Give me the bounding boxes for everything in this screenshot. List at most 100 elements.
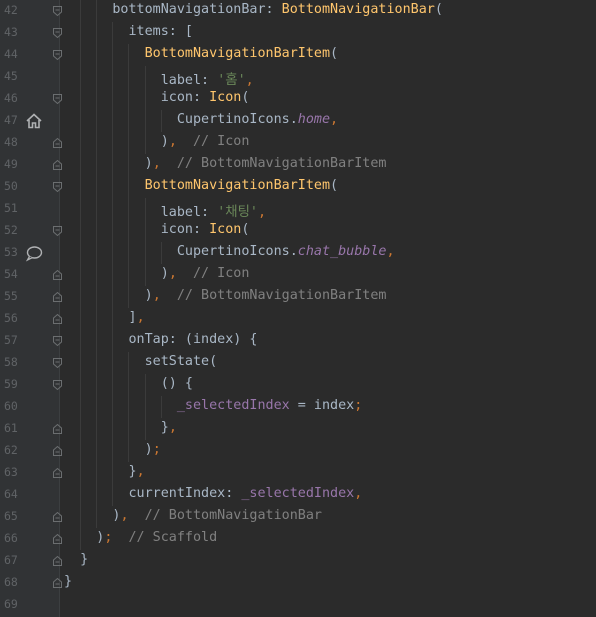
code-line[interactable]: 64 currentIndex: _selectedIndex, (0, 484, 596, 506)
code-line[interactable]: 56 ], (0, 308, 596, 330)
code-line[interactable]: 44 BottomNavigationBarItem( (0, 44, 596, 66)
code-line[interactable]: 67 } (0, 550, 596, 572)
line-number[interactable]: 52 (4, 223, 24, 237)
fold-close-icon[interactable] (53, 291, 62, 302)
code-line[interactable]: 69 (0, 594, 596, 616)
line-number[interactable]: 51 (4, 201, 24, 215)
code-editor[interactable]: 42 bottomNavigationBar: BottomNavigation… (0, 0, 596, 617)
line-number[interactable]: 43 (4, 25, 24, 39)
line-number[interactable]: 53 (4, 245, 24, 259)
line-number[interactable]: 42 (4, 3, 24, 17)
line-number[interactable]: 58 (4, 355, 24, 369)
code-line[interactable]: 58 setState( (0, 352, 596, 374)
line-number[interactable]: 48 (4, 135, 24, 149)
code-text: currentIndex: _selectedIndex, (64, 486, 362, 501)
code-line[interactable]: 61 }, (0, 418, 596, 440)
fold-close-icon[interactable] (53, 467, 62, 478)
code-line[interactable]: 45 label: '홈', (0, 66, 596, 88)
code-token: icon: (64, 222, 210, 237)
line-number[interactable]: 49 (4, 157, 24, 171)
code-line[interactable]: 48 ), // Icon (0, 132, 596, 154)
code-line[interactable]: 62 ); (0, 440, 596, 462)
code-token: setState( (64, 354, 218, 369)
code-token: ) (64, 530, 105, 545)
code-line[interactable]: 50 BottomNavigationBarItem( (0, 176, 596, 198)
fold-close-icon[interactable] (53, 533, 62, 544)
code-line[interactable]: 59 () { (0, 374, 596, 396)
fold-close-icon[interactable] (53, 577, 62, 588)
code-line[interactable]: 63 }, (0, 462, 596, 484)
code-line[interactable]: 66 ); // Scaffold (0, 528, 596, 550)
line-number[interactable]: 45 (4, 69, 24, 83)
line-number[interactable]: 57 (4, 333, 24, 347)
code-text: ); (64, 442, 161, 457)
line-number[interactable]: 56 (4, 311, 24, 325)
fold-open-icon[interactable] (53, 225, 62, 237)
code-text: CupertinoIcons.home, (64, 112, 338, 127)
code-text: icon: Icon( (64, 222, 250, 237)
fold-close-icon[interactable] (53, 511, 62, 522)
code-line[interactable]: 60 _selectedIndex = index; (0, 396, 596, 418)
fold-open-icon[interactable] (53, 27, 62, 39)
code-token: icon: (64, 90, 210, 105)
code-token: ) (64, 442, 153, 457)
fold-open-icon[interactable] (53, 379, 62, 391)
fold-close-icon[interactable] (53, 423, 62, 434)
line-number[interactable]: 65 (4, 509, 24, 523)
line-number[interactable]: 59 (4, 377, 24, 391)
code-token: , (136, 310, 145, 325)
line-number[interactable]: 54 (4, 267, 24, 281)
line-number[interactable]: 64 (4, 487, 24, 501)
line-number[interactable]: 62 (4, 443, 24, 457)
code-line[interactable]: 65 ), // BottomNavigationBar (0, 506, 596, 528)
fold-open-icon[interactable] (53, 49, 62, 61)
code-token: , (330, 112, 339, 127)
line-number[interactable]: 55 (4, 289, 24, 303)
fold-close-icon[interactable] (53, 313, 62, 324)
line-number[interactable]: 46 (4, 91, 24, 105)
home-icon[interactable] (25, 112, 43, 130)
code-line[interactable]: 52 icon: Icon( (0, 220, 596, 242)
line-number[interactable]: 63 (4, 465, 24, 479)
code-line[interactable]: 53 CupertinoIcons.chat_bubble, (0, 242, 596, 264)
fold-open-icon[interactable] (53, 335, 62, 347)
line-number[interactable]: 69 (4, 597, 24, 611)
line-number[interactable]: 67 (4, 553, 24, 567)
fold-close-icon[interactable] (53, 445, 62, 456)
code-token: chat_bubble (297, 244, 387, 259)
chat-bubble-icon[interactable] (25, 244, 43, 262)
fold-close-icon[interactable] (53, 159, 62, 170)
code-line[interactable]: 43 items: [ (0, 22, 596, 44)
line-number[interactable]: 47 (4, 113, 24, 127)
fold-open-icon[interactable] (53, 181, 62, 193)
code-line[interactable]: 57 onTap: (index) { (0, 330, 596, 352)
line-number[interactable]: 61 (4, 421, 24, 435)
code-token: ) (64, 508, 121, 523)
code-line[interactable]: 49 ), // BottomNavigationBarItem (0, 154, 596, 176)
line-number[interactable]: 44 (4, 47, 24, 61)
code-line[interactable]: 51 label: '채팅', (0, 198, 596, 220)
line-number[interactable]: 60 (4, 399, 24, 413)
fold-close-icon[interactable] (53, 137, 62, 148)
code-line[interactable]: 54 ), // Icon (0, 264, 596, 286)
code-line[interactable]: 55 ), // BottomNavigationBarItem (0, 286, 596, 308)
fold-open-icon[interactable] (53, 93, 62, 105)
code-line[interactable]: 46 icon: Icon( (0, 88, 596, 110)
line-number[interactable]: 50 (4, 179, 24, 193)
fold-close-icon[interactable] (53, 555, 62, 566)
code-line[interactable]: 42 bottomNavigationBar: BottomNavigation… (0, 0, 596, 22)
code-token: , (120, 508, 129, 523)
code-text: bottomNavigationBar: BottomNavigationBar… (64, 2, 443, 17)
fold-open-icon[interactable] (53, 5, 62, 17)
fold-close-icon[interactable] (53, 269, 62, 280)
code-line[interactable]: 68} (0, 572, 596, 594)
code-token: , (168, 134, 177, 149)
code-token: ) (64, 288, 153, 303)
code-line[interactable]: 47 CupertinoIcons.home, (0, 110, 596, 132)
line-number[interactable]: 66 (4, 531, 24, 545)
line-number[interactable]: 68 (4, 575, 24, 589)
fold-open-icon[interactable] (53, 357, 62, 369)
